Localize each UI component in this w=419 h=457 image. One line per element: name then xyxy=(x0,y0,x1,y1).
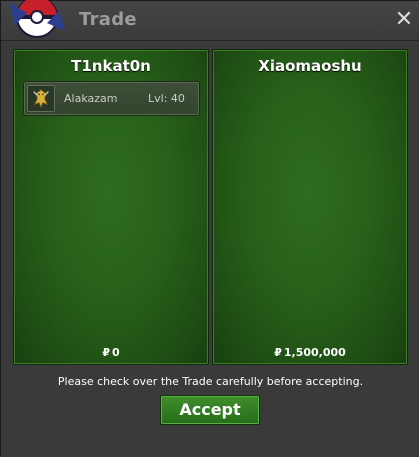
left-player-name: T1nkat0n xyxy=(71,57,151,75)
right-money: ₽1,500,000 xyxy=(213,346,407,359)
trade-item-slot[interactable]: Alakazam Lvl: 40 xyxy=(23,81,200,116)
left-trade-panel: T1nkat0n Alakazam Lvl: 40 ₽0 xyxy=(13,49,209,365)
alakazam-sprite-icon xyxy=(27,85,55,112)
currency-symbol: ₽ xyxy=(102,346,110,359)
left-money-value: 0 xyxy=(112,346,120,359)
right-trade-panel: Xiaomaoshu ₽1,500,000 xyxy=(212,49,408,365)
trade-notice: Please check over the Trade carefully be… xyxy=(57,375,364,388)
trade-content: T1nkat0n Alakazam Lvl: 40 ₽0 Xiaomaoshu … xyxy=(1,41,419,457)
close-icon[interactable]: ✕ xyxy=(394,9,414,32)
item-name: Alakazam xyxy=(64,92,118,105)
left-money: ₽0 xyxy=(14,346,208,359)
pokeball-logo-icon xyxy=(9,0,65,38)
currency-symbol: ₽ xyxy=(274,346,282,359)
right-player-name: Xiaomaoshu xyxy=(258,57,362,75)
trade-window: Trade ✕ T1nkat0n Alakazam Lvl: 40 ₽0 Xia… xyxy=(0,0,419,457)
window-title: Trade xyxy=(79,9,137,30)
item-level: Lvl: 40 xyxy=(148,92,185,105)
accept-button[interactable]: Accept xyxy=(160,395,260,425)
right-money-value: 1,500,000 xyxy=(283,346,346,359)
title-bar[interactable]: Trade ✕ xyxy=(1,0,419,41)
